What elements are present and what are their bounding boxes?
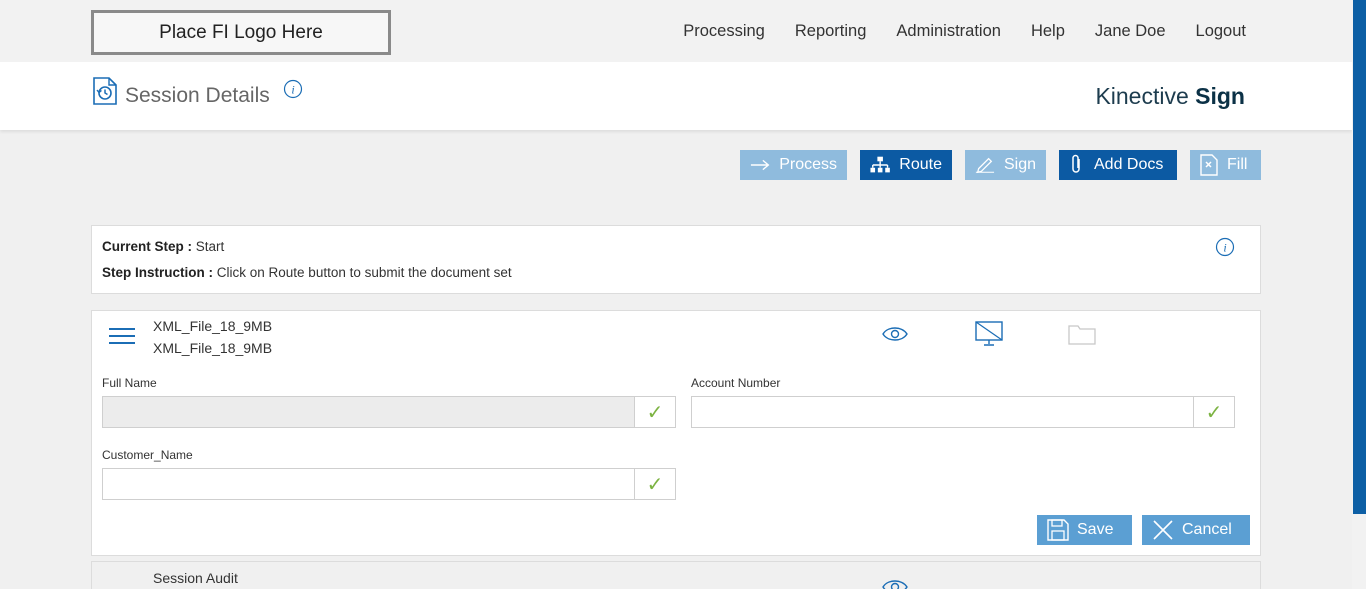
customer-name-input[interactable] (103, 469, 634, 499)
save-button[interactable]: Save (1037, 515, 1132, 545)
current-step: Current Step : Start (102, 239, 224, 254)
nav-administration[interactable]: Administration (896, 22, 1001, 41)
top-navbar: Place FI Logo Here Processing Reporting … (0, 0, 1366, 62)
account-number-label: Account Number (691, 376, 781, 390)
fill-button[interactable]: Fill (1190, 150, 1261, 180)
brand-product: Sign (1195, 83, 1245, 109)
nav-processing[interactable]: Processing (683, 22, 765, 41)
save-button-label: Save (1077, 521, 1114, 538)
eye-icon[interactable] (882, 325, 908, 343)
step-panel: Current Step : Start Step Instruction : … (91, 225, 1261, 294)
brand-logo: Kinective Sign (1095, 83, 1245, 110)
scrollbar-thumb[interactable] (1353, 0, 1366, 514)
step-info-icon[interactable]: i (1215, 237, 1235, 257)
nav-user-name[interactable]: Jane Doe (1095, 22, 1166, 41)
nav-help[interactable]: Help (1031, 22, 1065, 41)
account-number-input[interactable] (692, 397, 1193, 427)
check-icon: ✓ (1193, 397, 1234, 427)
session-history-icon (93, 77, 117, 105)
route-button-label: Route (899, 156, 942, 173)
fill-button-label: Fill (1227, 156, 1248, 173)
nav-logout[interactable]: Logout (1196, 22, 1246, 41)
svg-text:i: i (291, 83, 294, 97)
close-icon (1153, 520, 1173, 540)
document-name: XML_File_18_9MB (153, 318, 273, 334)
check-icon: ✓ (634, 469, 675, 499)
arrow-right-icon (750, 159, 770, 171)
step-instruction-label: Step Instruction : (102, 265, 213, 280)
fi-logo-placeholder[interactable]: Place FI Logo Here (91, 10, 391, 55)
full-name-label: Full Name (102, 376, 157, 390)
route-button[interactable]: Route (860, 150, 952, 180)
page-title: Session Details (125, 84, 270, 107)
main-nav: Processing Reporting Administration Help… (653, 22, 1246, 41)
full-name-input[interactable] (103, 397, 634, 427)
cancel-button[interactable]: Cancel (1142, 515, 1250, 545)
document-filename: XML_File_18_9MB (153, 340, 273, 356)
step-instruction-value: Click on Route button to submit the docu… (216, 265, 512, 280)
session-audit-title: Session Audit (153, 570, 238, 586)
nav-reporting[interactable]: Reporting (795, 22, 867, 41)
page-header: Session Details i Kinective Sign (0, 62, 1352, 130)
add-docs-button[interactable]: Add Docs (1059, 150, 1177, 180)
customer-name-label: Customer_Name (102, 448, 193, 462)
route-tree-icon (870, 156, 890, 173)
add-docs-button-label: Add Docs (1094, 156, 1164, 173)
document-fill-icon (1200, 154, 1218, 176)
svg-text:i: i (1223, 241, 1226, 255)
cancel-button-label: Cancel (1182, 521, 1232, 538)
brand-name: Kinective (1095, 83, 1189, 109)
page-scrollbar[interactable] (1352, 0, 1366, 589)
customer-name-field: ✓ (102, 468, 676, 500)
paperclip-icon (1072, 154, 1080, 173)
sign-button-label: Sign (1003, 156, 1036, 173)
current-step-label: Current Step : (102, 239, 193, 254)
pen-icon (975, 157, 995, 174)
account-number-field: ✓ (691, 396, 1235, 428)
eye-icon[interactable] (882, 578, 908, 589)
check-icon: ✓ (634, 397, 675, 427)
menu-icon[interactable] (109, 328, 135, 344)
full-name-field: ✓ (102, 396, 676, 428)
logo-text: Place FI Logo Here (159, 21, 323, 43)
current-step-value: Start (195, 239, 225, 254)
step-instruction: Step Instruction : Click on Route button… (102, 265, 512, 280)
process-button[interactable]: Process (740, 150, 847, 180)
info-icon[interactable]: i (283, 79, 303, 99)
monitor-disabled-icon[interactable] (975, 321, 1003, 347)
session-audit-panel: Session Audit (91, 561, 1261, 589)
process-button-label: Process (779, 156, 837, 173)
save-disk-icon (1047, 519, 1069, 541)
sign-button[interactable]: Sign (965, 150, 1046, 180)
folder-icon[interactable] (1068, 323, 1096, 345)
